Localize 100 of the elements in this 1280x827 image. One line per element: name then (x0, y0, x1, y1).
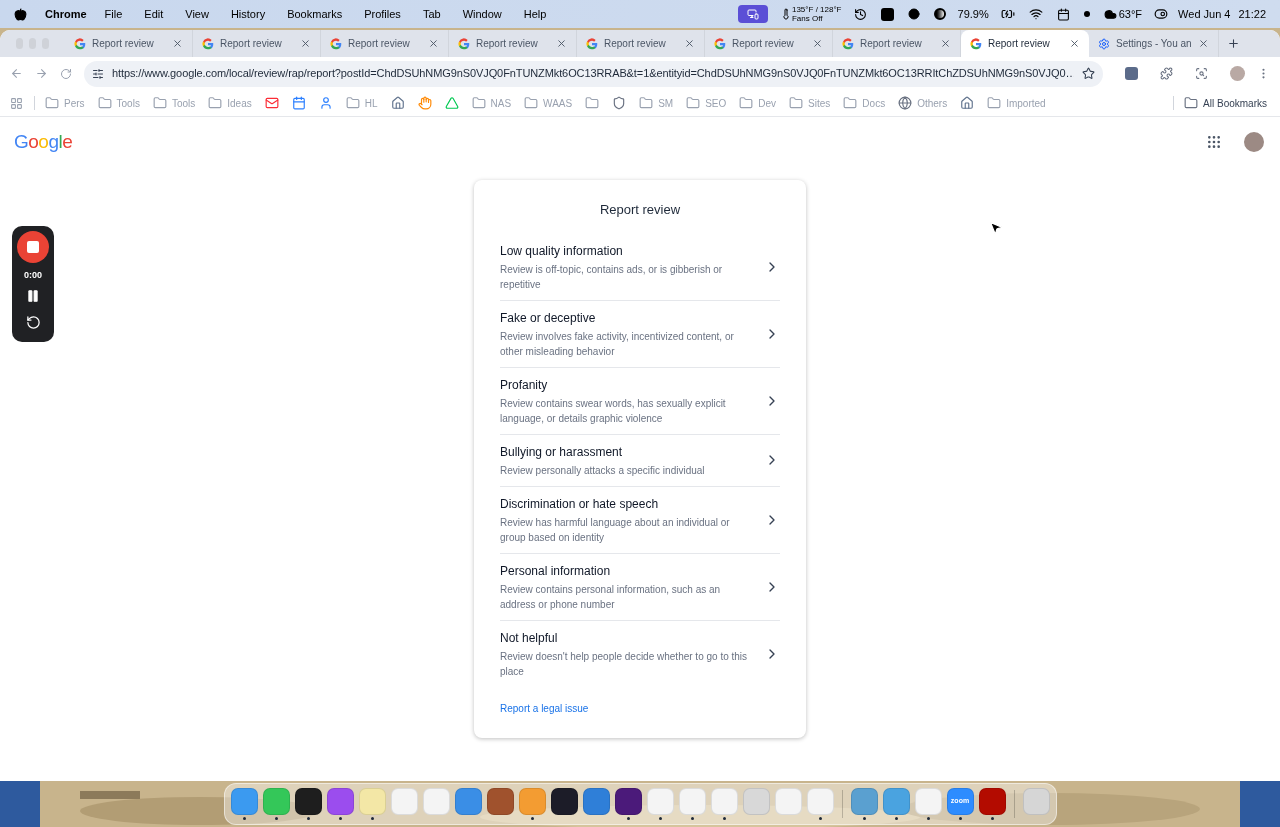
tab-title: Report review (732, 37, 795, 51)
browser-tab[interactable]: Settings - You an (1089, 30, 1219, 57)
cloud-icon[interactable] (1103, 7, 1117, 21)
google-icon (842, 37, 854, 50)
report-option[interactable]: Fake or deceptive Review involves fake activity, incentivized content, or other misleading behavior (500, 300, 780, 368)
clock-icon[interactable] (853, 7, 867, 21)
tab-search-icon[interactable] (1195, 67, 1208, 80)
report-option[interactable]: Low quality information Review is off-topic, contains ads, or is gibberish or repetitive (500, 233, 780, 301)
option-title: Low quality information (500, 242, 624, 260)
address-bar[interactable]: https://www.google.com/local/review/rap/report?postId=ChdDSUhNMG9nS0VJQ0FnTUNZMkt6OC13RRAB&t=1&entityid=ChdDSUhNMG9nS0VJQ0FnTUNZMkt6OC13RRItChZDSUhNMG9nS0VJQ0… (84, 60, 1103, 87)
menu-item[interactable]: Window (462, 5, 502, 23)
option-description: Review is off-topic, contains ads, or is gibberish or repetitive (500, 262, 724, 292)
close-tab-icon[interactable] (940, 38, 951, 49)
hand-icon (417, 96, 432, 110)
extensions-icon[interactable] (1160, 67, 1173, 80)
tab-title: Report review (860, 37, 923, 51)
tab-title: Report review (92, 37, 155, 51)
tab-title: Settings - You an (1116, 37, 1192, 51)
browser-tab[interactable]: Report review (65, 30, 193, 57)
report-option[interactable]: Profanity Review contains swear words, has sexually explicit language, or details graphic violence (500, 367, 780, 435)
calendar-icon[interactable] (1056, 7, 1070, 21)
apps-grid-icon[interactable] (1206, 134, 1222, 150)
menu-item[interactable]: Tab (422, 5, 441, 23)
menu-date: Wed Jun 4 (1178, 6, 1231, 22)
browser-tab[interactable]: Report review (577, 30, 705, 57)
extension-icon[interactable] (1125, 67, 1138, 80)
menu-item[interactable]: Edit (144, 5, 164, 23)
menu-item[interactable]: View (185, 5, 209, 23)
close-tab-icon[interactable] (172, 38, 183, 49)
restart-icon[interactable] (25, 314, 41, 330)
circle-icon[interactable] (907, 8, 920, 20)
browser-tab[interactable]: Report review (705, 30, 833, 57)
bookmark-star-icon[interactable] (1082, 67, 1095, 80)
tab-title: Report review (220, 37, 283, 51)
menu-time: 21:22 (1238, 6, 1266, 22)
control-center-icon[interactable] (1154, 7, 1169, 21)
report-option[interactable]: Not helpful Review doesn't help people decide whether to go to this place (500, 620, 780, 687)
google-icon (970, 37, 982, 50)
menu-item[interactable]: File (104, 5, 123, 23)
close-tab-icon[interactable] (428, 38, 439, 49)
menu-item[interactable]: Profiles (364, 5, 401, 23)
folder-icon (686, 96, 701, 110)
dialog-title: Report review (598, 201, 682, 219)
google-logo[interactable]: Google (14, 127, 73, 157)
tab-title: Report review (476, 37, 539, 51)
folder-icon (97, 96, 112, 110)
shield-icon (612, 96, 627, 110)
option-description: Review involves fake activity, incentivized content, or other misleading behavior (500, 329, 735, 359)
url-text: https://www.google.com/local/review/rap/report?postId=ChdDSUhNMG9nS0VJQ0FnTUNZMkt6OC13RRAB&t=1&entityid=ChdDSUhNMG9nS0VJQ0FnTUNZMkt6OC13RRItChZDSUhNMG9nS0VJQ0… (112, 66, 1074, 82)
back-icon[interactable] (10, 67, 23, 80)
apps-icon[interactable] (10, 96, 23, 110)
reload-icon[interactable] (60, 67, 72, 80)
report-option[interactable]: Bullying or harassment Review personally attacks a specific individual (500, 434, 780, 487)
option-description: Review contains swear words, has sexually explicit language, or details graphic violence (500, 396, 727, 426)
screen-share-icon[interactable] (737, 5, 768, 23)
person-icon (318, 96, 333, 110)
browser-tab[interactable]: Report review (449, 30, 577, 57)
folder-icon (739, 96, 754, 110)
contrast-icon[interactable] (933, 8, 946, 20)
mail-icon (264, 96, 279, 110)
option-description: Review personally attacks a specific individual (500, 463, 706, 478)
wifi-icon[interactable] (1028, 7, 1043, 21)
google-icon (586, 37, 598, 50)
report-option[interactable]: Personal information Review contains personal information, such as an address or phone number (500, 553, 780, 621)
folder-icon (987, 96, 1002, 110)
folder-icon (1184, 96, 1199, 110)
browser-tab[interactable]: Report review (961, 30, 1089, 57)
close-tab-icon[interactable] (556, 38, 567, 49)
apple-menu-icon[interactable] (14, 7, 27, 21)
folder-icon (585, 96, 600, 110)
stop-record-button[interactable] (17, 231, 49, 263)
google-icon (330, 37, 342, 50)
app-status-icon[interactable] (880, 7, 894, 21)
pause-icon[interactable] (26, 288, 40, 303)
browser-tab[interactable]: Report review (321, 30, 449, 57)
menu-item[interactable]: History (230, 5, 266, 23)
tab-title: Report review (988, 37, 1051, 51)
close-tab-icon[interactable] (1069, 38, 1080, 49)
all-bookmarks[interactable]: All Bookmarks (1181, 95, 1270, 111)
new-tab-icon[interactable] (1226, 37, 1240, 50)
forward-icon[interactable] (35, 67, 48, 80)
option-title: Not helpful (500, 629, 559, 647)
menu-item[interactable]: Help (523, 5, 547, 23)
close-tab-icon[interactable] (1197, 38, 1209, 49)
weather-temperature: 63°F (1118, 6, 1143, 22)
report-option[interactable]: Discrimination or hate speech Review has harmful language about an individual or group based on identity (500, 486, 780, 554)
close-tab-icon[interactable] (684, 38, 695, 49)
close-tab-icon[interactable] (812, 38, 823, 49)
legal-issue-link[interactable]: Report a legal issue (500, 700, 780, 716)
folder-icon (524, 96, 539, 110)
site-info-icon[interactable] (92, 67, 104, 80)
google-icon (458, 37, 470, 50)
profile-avatar[interactable] (1230, 66, 1245, 81)
account-avatar[interactable] (1242, 130, 1266, 154)
menu-item[interactable]: Bookmarks (287, 5, 343, 23)
folder-icon (789, 96, 804, 110)
close-tab-icon[interactable] (300, 38, 311, 49)
google-icon (74, 37, 86, 50)
menu-item[interactable]: Chrome (45, 5, 87, 23)
browser-tab[interactable]: Report review (193, 30, 321, 57)
